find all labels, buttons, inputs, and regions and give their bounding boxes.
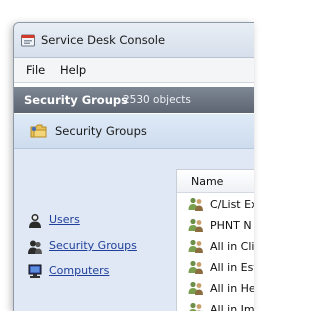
list-item-label: All in Cli [210, 240, 254, 253]
content-pane: Security Groups Users Security Groups Co… [14, 114, 254, 311]
computer-icon [28, 264, 42, 278]
list-item[interactable]: All in He [177, 278, 254, 299]
list-item-label: PHNT N [210, 219, 252, 232]
app-icon [21, 34, 35, 47]
column-header-label: Name [191, 175, 224, 188]
content-title: Security Groups [55, 124, 147, 138]
list-item-label: All in He [210, 282, 254, 295]
nav-label-computers: Computers [49, 264, 110, 277]
list-item[interactable]: All in Ima [177, 299, 254, 311]
menu-help[interactable]: Help [60, 63, 86, 77]
window-title: Service Desk Console [41, 33, 166, 47]
menu-bar: File Help [14, 58, 254, 83]
nav-panel: Users Security Groups Computers [14, 149, 176, 311]
group-icon [28, 240, 42, 254]
object-list: Name C/List Ex PHNT N All in Cli All in … [176, 169, 254, 311]
list-item-label: All in Esta [210, 261, 254, 274]
group-icon [188, 260, 203, 274]
list-item[interactable]: All in Cli [177, 236, 254, 257]
nav-label-users: Users [49, 213, 80, 226]
title-bar[interactable]: Service Desk Console [14, 23, 254, 58]
user-icon [29, 214, 41, 228]
group-icon [188, 218, 203, 232]
list-item[interactable]: C/List Ex [177, 194, 254, 215]
list-item[interactable]: All in Esta [177, 257, 254, 278]
folder-icon [30, 124, 47, 138]
header-title: Security Groups [24, 93, 128, 107]
object-count: 2530 objects [123, 94, 191, 106]
content-title-bar: Security Groups [14, 114, 254, 149]
menu-file[interactable]: File [26, 63, 45, 77]
list-item-label: C/List Ex [210, 198, 254, 211]
group-icon [188, 281, 203, 295]
group-icon [188, 239, 203, 253]
header-bar: Security Groups 2530 objects [14, 87, 254, 113]
nav-label-security-groups: Security Groups [49, 239, 137, 252]
column-header-name[interactable]: Name [177, 170, 254, 193]
group-icon [188, 197, 203, 211]
list-item[interactable]: PHNT N [177, 215, 254, 236]
app-window: Service Desk Console File Help Security … [13, 22, 254, 311]
